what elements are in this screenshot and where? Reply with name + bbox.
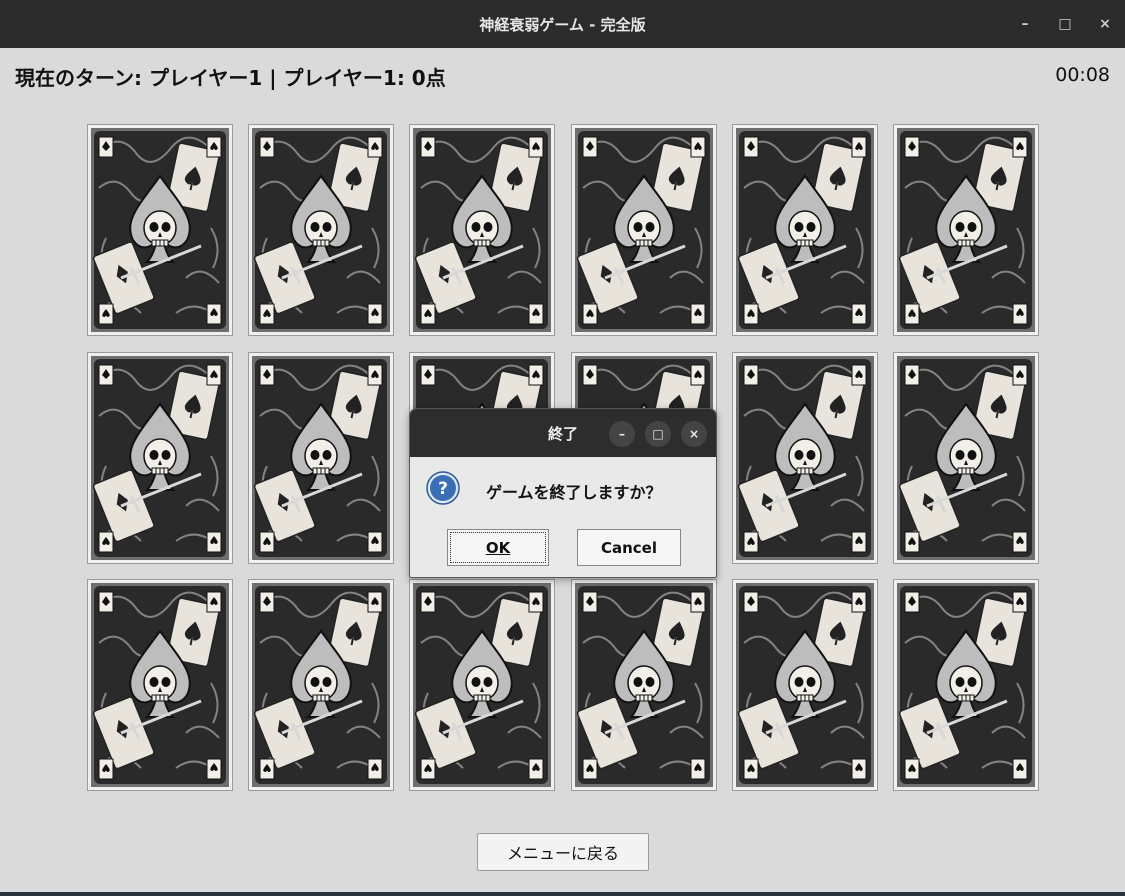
card-back[interactable] bbox=[248, 124, 394, 336]
dialog-body: ? ゲームを終了しますか？ OK Cancel bbox=[410, 457, 716, 577]
desktop-strip bbox=[0, 892, 1125, 896]
card-back[interactable] bbox=[248, 579, 394, 791]
dialog-title: 終了 bbox=[547, 424, 578, 443]
card-back[interactable] bbox=[409, 124, 555, 336]
card-back[interactable] bbox=[87, 124, 233, 336]
maximize-icon[interactable]: □ bbox=[1045, 0, 1085, 48]
card-back[interactable] bbox=[732, 579, 878, 791]
card-back[interactable] bbox=[893, 352, 1039, 564]
cancel-button[interactable]: Cancel bbox=[577, 529, 681, 566]
skull-spade-card-back-icon bbox=[897, 128, 1035, 332]
elapsed-timer: 00:08 bbox=[1055, 64, 1110, 86]
skull-spade-card-back-icon bbox=[91, 583, 229, 787]
skull-spade-card-back-icon bbox=[897, 583, 1035, 787]
skull-spade-card-back-icon bbox=[575, 583, 713, 787]
skull-spade-card-back-icon bbox=[575, 128, 713, 332]
dialog-close-icon[interactable]: × bbox=[681, 421, 707, 447]
card-back[interactable] bbox=[87, 579, 233, 791]
dialog-controls: – □ × bbox=[609, 421, 707, 447]
skull-spade-card-back-icon bbox=[897, 356, 1035, 560]
window-titlebar: 神経衰弱ゲーム - 完全版 – □ × bbox=[0, 0, 1125, 48]
card-back[interactable] bbox=[571, 579, 717, 791]
card-back[interactable] bbox=[571, 124, 717, 336]
minimize-icon[interactable]: – bbox=[1005, 0, 1045, 48]
skull-spade-card-back-icon bbox=[413, 583, 551, 787]
skull-spade-card-back-icon bbox=[736, 356, 874, 560]
dialog-maximize-icon[interactable]: □ bbox=[645, 421, 671, 447]
skull-spade-card-back-icon bbox=[736, 583, 874, 787]
svg-text:?: ? bbox=[438, 479, 448, 499]
skull-spade-card-back-icon bbox=[252, 128, 390, 332]
card-back[interactable] bbox=[87, 352, 233, 564]
skull-spade-card-back-icon bbox=[91, 356, 229, 560]
card-back[interactable] bbox=[248, 352, 394, 564]
skull-spade-card-back-icon bbox=[736, 128, 874, 332]
card-back[interactable] bbox=[732, 124, 878, 336]
card-back[interactable] bbox=[409, 579, 555, 791]
turn-status: 現在のターン: プレイヤー1 | プレイヤー1: 0点 bbox=[15, 66, 446, 90]
dialog-titlebar: 終了 – □ × bbox=[410, 409, 716, 457]
card-back[interactable] bbox=[732, 352, 878, 564]
quit-confirm-dialog: 終了 – □ × ? ゲームを終了しますか？ OK Cancel bbox=[409, 408, 717, 578]
card-back[interactable] bbox=[893, 579, 1039, 791]
skull-spade-card-back-icon bbox=[252, 356, 390, 560]
dialog-message: ゲームを終了しますか？ bbox=[486, 483, 662, 502]
skull-spade-card-back-icon bbox=[91, 128, 229, 332]
ok-button[interactable]: OK bbox=[447, 529, 549, 566]
skull-spade-card-back-icon bbox=[413, 128, 551, 332]
card-back[interactable] bbox=[893, 124, 1039, 336]
back-to-menu-button[interactable]: メニューに戻る bbox=[477, 833, 649, 871]
window-controls: – □ × bbox=[1005, 0, 1125, 48]
dialog-minimize-icon[interactable]: – bbox=[609, 421, 635, 447]
skull-spade-card-back-icon bbox=[252, 583, 390, 787]
cancel-button-label: Cancel bbox=[600, 538, 657, 557]
close-icon[interactable]: × bbox=[1085, 0, 1125, 48]
question-icon: ? bbox=[426, 471, 460, 505]
window-title: 神経衰弱ゲーム - 完全版 bbox=[479, 15, 646, 34]
ok-button-label: OK bbox=[485, 538, 511, 557]
